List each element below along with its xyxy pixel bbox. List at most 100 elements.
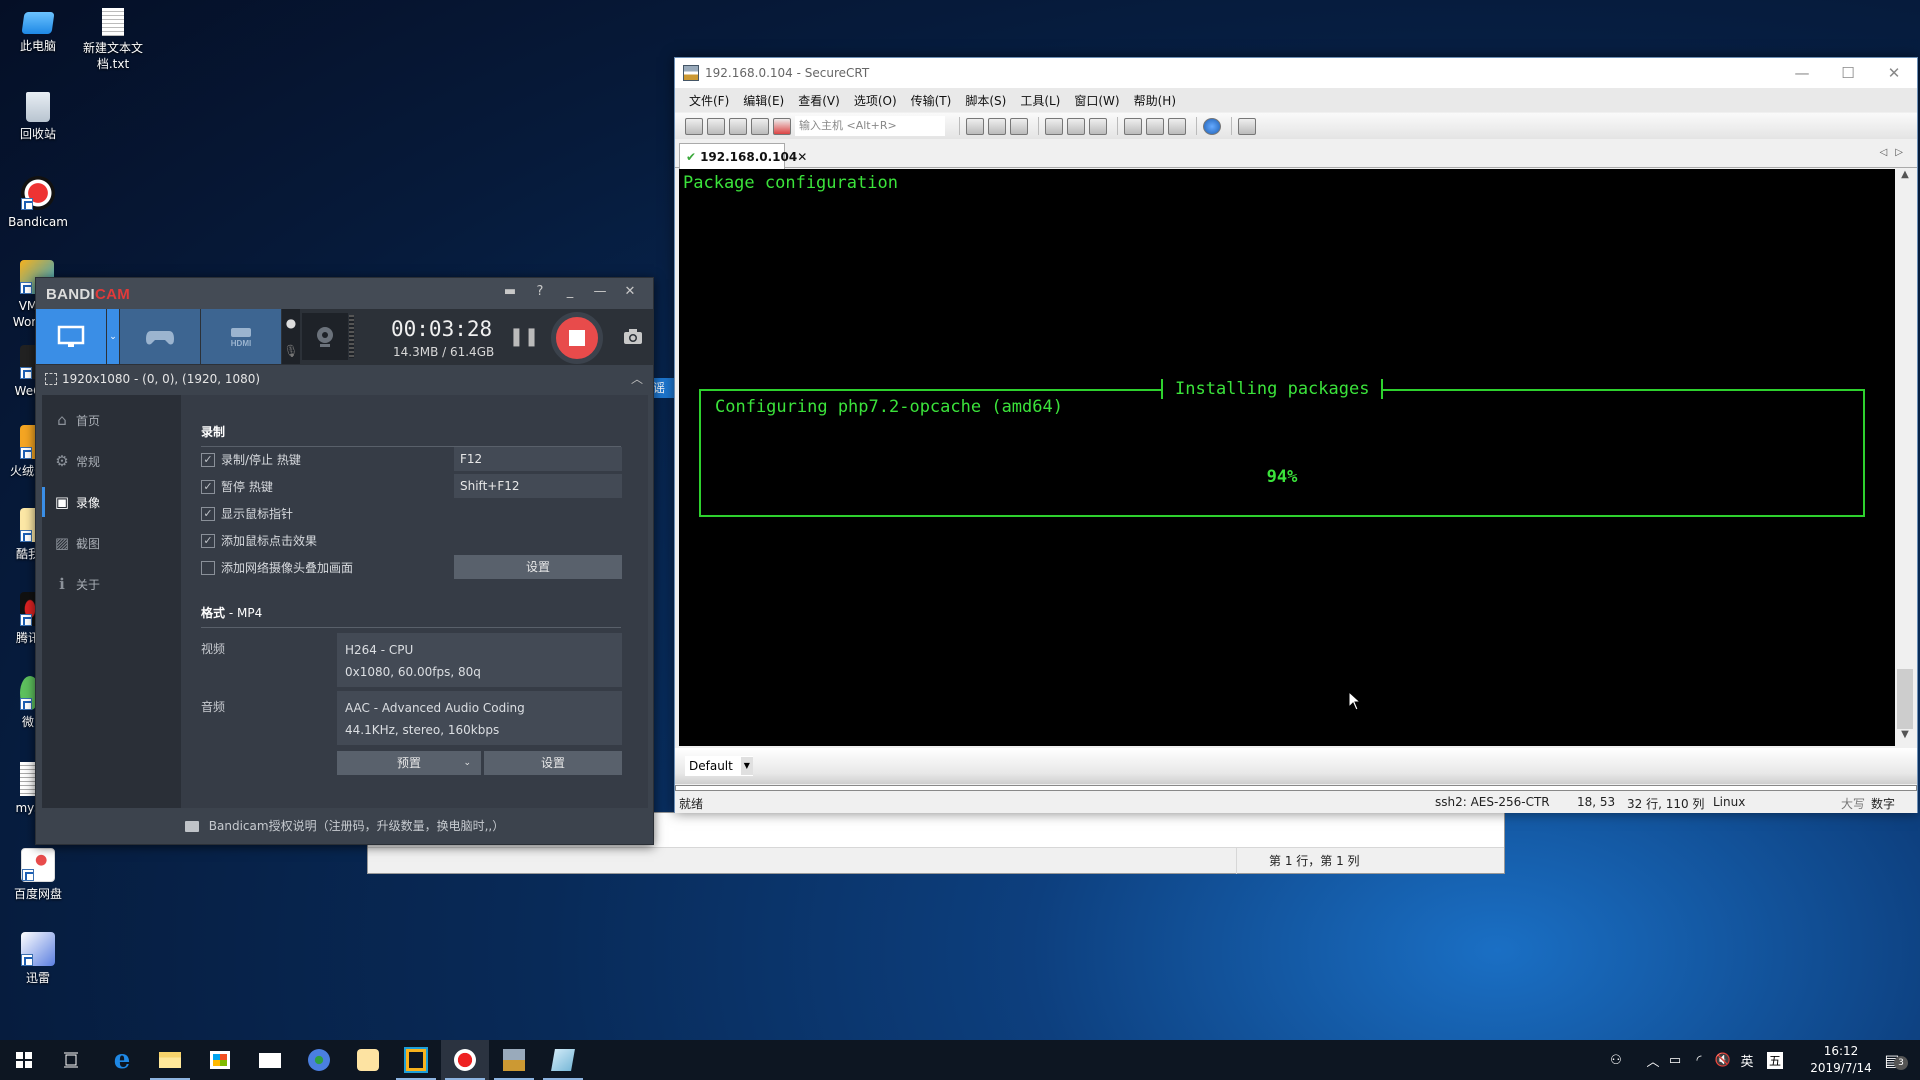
connect-in-tab-icon[interactable]: [729, 117, 747, 135]
desktop-icon-baidu-netdisk[interactable]: 百度网盘: [0, 848, 76, 902]
option-record-hotkey[interactable]: ✓ 录制/停止 热键: [201, 451, 301, 468]
clock[interactable]: 16:12 2019/7/14: [1796, 1040, 1886, 1080]
capture-region-bar[interactable]: 1920x1080 - (0, 0), (1920, 1080) ︿: [36, 365, 653, 393]
screenshot-button[interactable]: [618, 309, 648, 364]
session-options-icon[interactable]: [1124, 117, 1142, 135]
taskbar-store[interactable]: [196, 1040, 244, 1080]
checkbox-checked-icon[interactable]: ✓: [201, 533, 215, 548]
volume-muted-icon[interactable]: 🔇: [1712, 1040, 1734, 1080]
scroll-down-icon[interactable]: ▼: [1895, 729, 1915, 746]
ime-mode[interactable]: 五: [1764, 1040, 1786, 1080]
folder-icon[interactable]: ▬: [495, 284, 525, 299]
menu-transfer[interactable]: 传输(T): [911, 92, 952, 109]
minimize-button[interactable]: —: [1779, 58, 1825, 88]
collapse-icon[interactable]: ︿: [631, 365, 643, 393]
sidebar-item-about[interactable]: ℹ 关于: [42, 569, 181, 599]
global-options-icon[interactable]: [1146, 117, 1164, 135]
terminal[interactable]: Package configuration Installing package…: [679, 169, 1895, 746]
preset-button[interactable]: 预置 ⌄: [337, 751, 481, 775]
screen-mode-dropdown[interactable]: ⌄: [106, 309, 119, 364]
quick-connect-icon[interactable]: [707, 117, 725, 135]
taskbar-kuwo[interactable]: [344, 1040, 392, 1080]
terminal-scrollbar[interactable]: ▲ ▼: [1895, 169, 1915, 746]
taskbar-chrome[interactable]: [295, 1040, 343, 1080]
webcam-settings-button[interactable]: 设置: [454, 555, 622, 579]
license-link[interactable]: Bandicam授权说明（注册码，升级数量，换电脑时,,）: [36, 808, 653, 844]
close-button[interactable]: ✕: [615, 284, 645, 299]
keymap-icon[interactable]: [1168, 117, 1186, 135]
cursor-toggle-icon[interactable]: ●: [282, 309, 300, 337]
menu-file[interactable]: 文件(F): [689, 92, 729, 109]
scroll-thumb[interactable]: [1897, 669, 1913, 729]
start-button[interactable]: [0, 1040, 48, 1080]
find-icon[interactable]: [1010, 117, 1028, 135]
device-mode-button[interactable]: HDMI: [201, 309, 281, 364]
pause-hotkey-field[interactable]: Shift+F12: [454, 474, 622, 498]
paste-icon[interactable]: [988, 117, 1006, 135]
menu-edit[interactable]: 编辑(E): [743, 92, 784, 109]
battery-icon[interactable]: ▭: [1664, 1040, 1686, 1080]
tab-scroll-arrows[interactable]: ◁▷: [1880, 147, 1911, 158]
quick-connect-input[interactable]: 输入主机 <Alt+R>: [795, 116, 945, 136]
sidebar-item-home[interactable]: ⌂ 首页: [42, 405, 181, 435]
sidebar-item-general[interactable]: ⚙ 常规: [42, 446, 181, 476]
action-center-button[interactable]: ▤ 3: [1876, 1040, 1908, 1080]
webcam-button[interactable]: [302, 313, 348, 360]
show-hidden-icons[interactable]: ︿: [1644, 1040, 1662, 1080]
microphone-icon[interactable]: 🎙: [282, 337, 300, 364]
game-mode-button[interactable]: [120, 309, 200, 364]
menu-tools[interactable]: 工具(L): [1020, 92, 1060, 109]
desktop-icon-this-pc[interactable]: 此电脑: [0, 8, 76, 54]
title-bar[interactable]: 192.168.0.104 - SecureCRT — ☐ ✕: [675, 58, 1917, 88]
menu-view[interactable]: 查看(V): [798, 92, 840, 109]
menu-script[interactable]: 脚本(S): [965, 92, 1006, 109]
menu-window[interactable]: 窗口(W): [1074, 92, 1119, 109]
reconnect-icon[interactable]: [751, 117, 769, 135]
minimize-button[interactable]: —: [585, 284, 615, 299]
button-bar-select[interactable]: Default ▼: [685, 756, 753, 776]
sidebar-item-video[interactable]: ▣ 录像: [42, 487, 181, 517]
option-pause-hotkey[interactable]: ✓ 暂停 热键: [201, 478, 273, 495]
option-show-cursor[interactable]: ✓ 显示鼠标指针: [201, 505, 293, 522]
option-click-effect[interactable]: ✓ 添加鼠标点击效果: [201, 532, 317, 549]
close-button[interactable]: ✕: [1871, 58, 1917, 88]
people-icon[interactable]: ⚇: [1604, 1040, 1628, 1080]
copy-icon[interactable]: [966, 117, 984, 135]
menu-help[interactable]: 帮助(H): [1134, 92, 1176, 109]
menu-options[interactable]: 选项(O): [854, 92, 897, 109]
desktop-icon-xunlei[interactable]: 迅雷: [0, 932, 76, 986]
checkbox-checked-icon[interactable]: ✓: [201, 479, 215, 494]
taskbar-notepad[interactable]: [539, 1040, 587, 1080]
help-icon[interactable]: [1203, 117, 1221, 135]
record-hotkey-field[interactable]: F12: [454, 447, 622, 471]
pause-button[interactable]: ❚❚: [509, 309, 539, 364]
task-view-button[interactable]: [48, 1040, 96, 1080]
taskbar-mail[interactable]: [246, 1040, 294, 1080]
bandicam-title-bar[interactable]: BANDICAM ▬ ? _ — ✕: [36, 278, 653, 309]
network-icon[interactable]: ◜: [1688, 1040, 1710, 1080]
print-selection-icon[interactable]: [1067, 117, 1085, 135]
taskbar-bandicam[interactable]: [441, 1040, 489, 1080]
taskbar-securecrt[interactable]: [490, 1040, 538, 1080]
desktop-icon-new-text-file[interactable]: 新建文本文 档.txt: [75, 8, 151, 72]
print-icon[interactable]: [1089, 117, 1107, 135]
scroll-up-icon[interactable]: ▲: [1895, 169, 1915, 186]
desktop-icon-recycle-bin[interactable]: 回收站: [0, 92, 76, 142]
taskbar-edge[interactable]: e: [98, 1040, 146, 1080]
print-screen-icon[interactable]: [1045, 117, 1063, 135]
sftp-icon[interactable]: [1238, 117, 1256, 135]
ime-language[interactable]: 英: [1736, 1040, 1758, 1080]
checkbox-checked-icon[interactable]: ✓: [201, 506, 215, 521]
maximize-button[interactable]: ☐: [1825, 58, 1871, 88]
taskbar-vmware[interactable]: [392, 1040, 440, 1080]
checkbox-unchecked-icon[interactable]: [201, 560, 215, 575]
help-button[interactable]: ?: [525, 284, 555, 299]
connect-icon[interactable]: [685, 117, 703, 135]
sidebar-item-image[interactable]: ▨ 截图: [42, 528, 181, 558]
disconnect-icon[interactable]: [773, 117, 791, 135]
close-tab-icon[interactable]: ✕: [797, 150, 807, 164]
mini-mode-button[interactable]: _: [555, 284, 585, 299]
stop-record-button[interactable]: [551, 312, 603, 364]
tab-session[interactable]: ✔ 192.168.0.104 ✕: [679, 143, 807, 169]
format-settings-button[interactable]: 设置: [484, 751, 622, 775]
